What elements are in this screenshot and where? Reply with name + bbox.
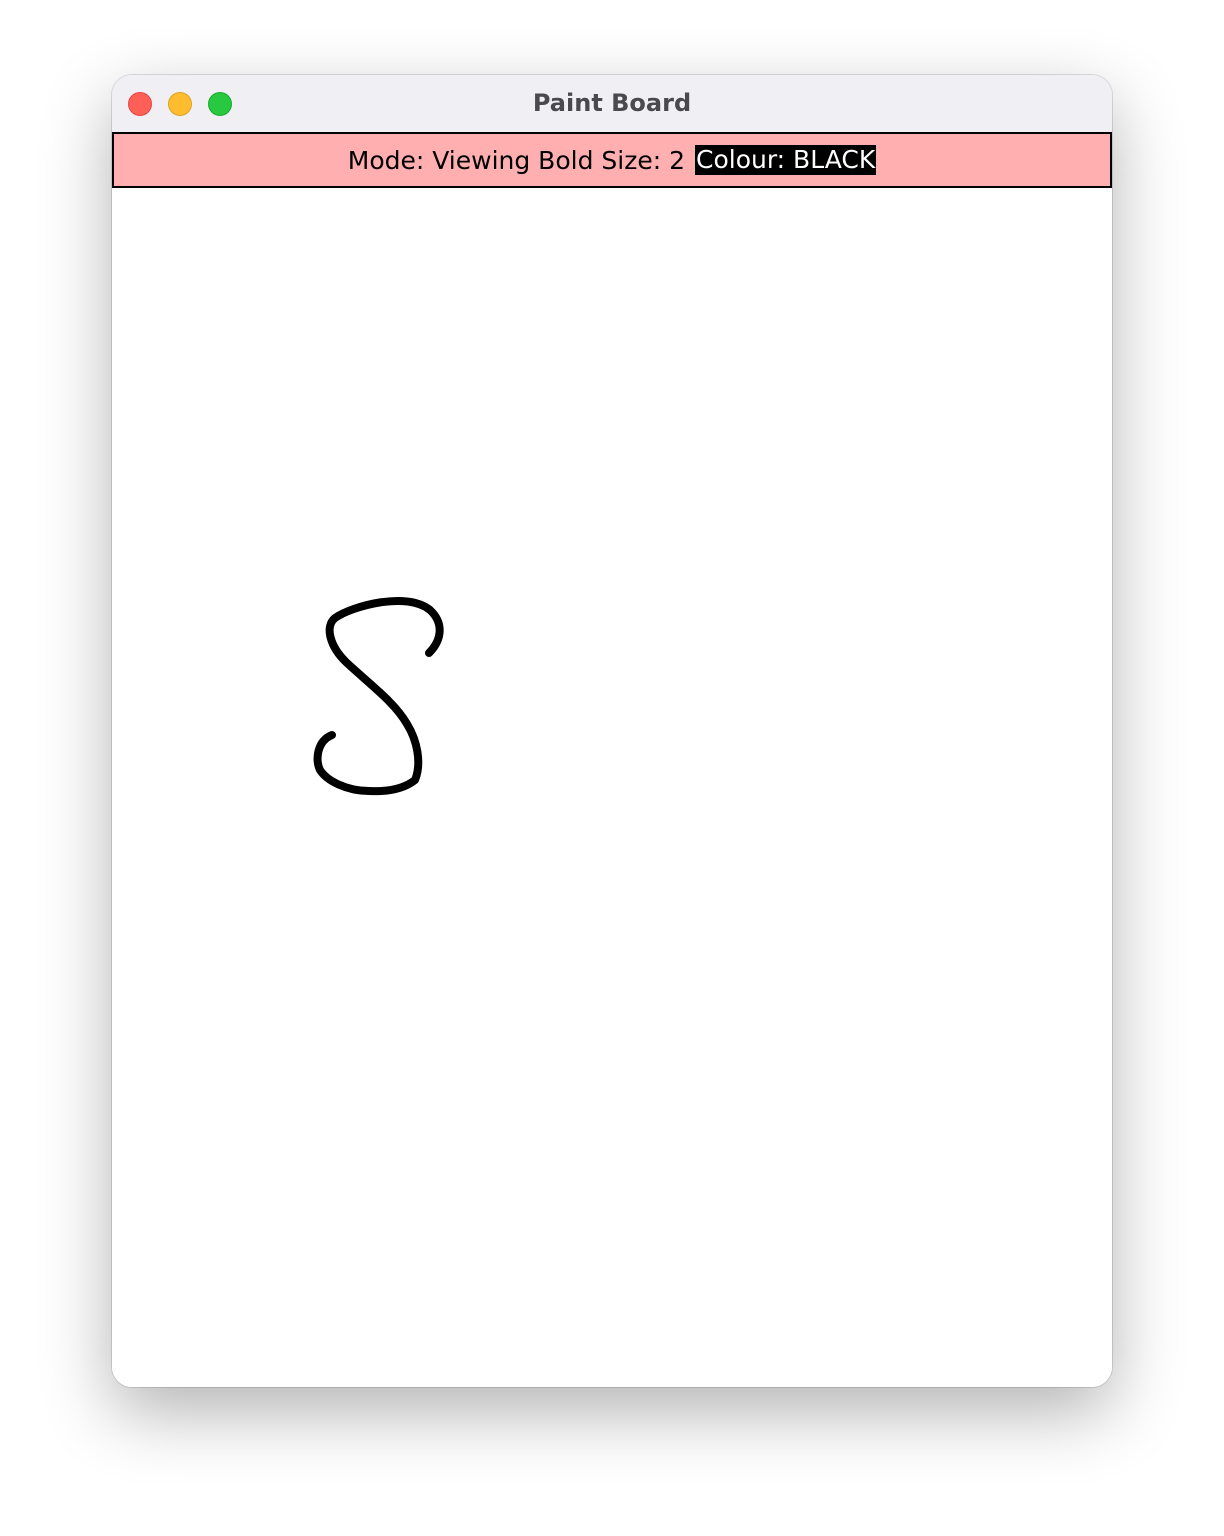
paint-board-window: Paint Board Mode: Viewing Bold Size: 2 C… bbox=[112, 75, 1112, 1387]
drawn-stroke bbox=[313, 596, 444, 796]
canvas-drawing bbox=[313, 596, 444, 796]
title-bar[interactable]: Paint Board bbox=[112, 75, 1112, 132]
mode-status: Mode: Viewing Bold Size: 2 bbox=[347, 145, 685, 175]
status-bar: Mode: Viewing Bold Size: 2 Colour: BLACK bbox=[112, 132, 1112, 188]
window-title: Paint Board bbox=[532, 89, 692, 117]
colour-status: Colour: BLACK bbox=[695, 145, 877, 175]
drawing-canvas[interactable] bbox=[112, 188, 1112, 1387]
